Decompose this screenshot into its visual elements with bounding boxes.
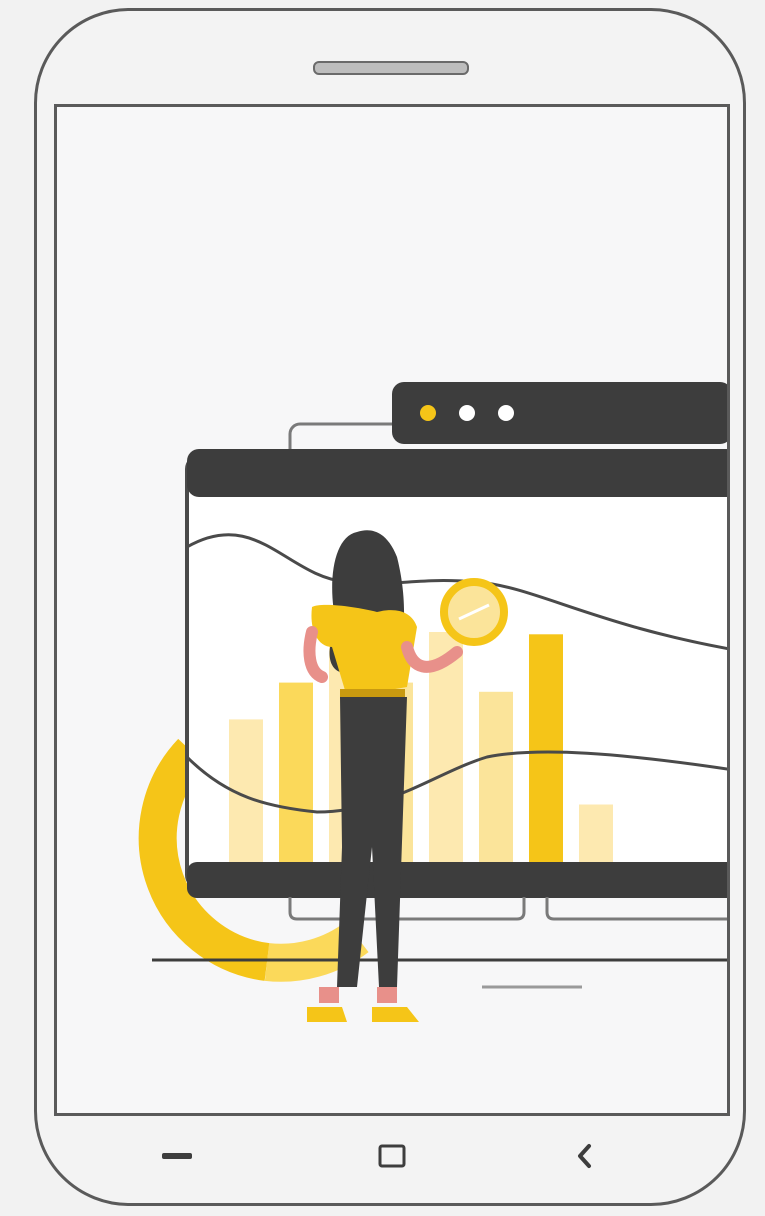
speaker-grille <box>313 61 469 75</box>
chart-bar <box>529 634 563 862</box>
right-sock <box>377 987 397 1003</box>
chart-bar <box>279 682 313 862</box>
stand-outline <box>545 897 727 921</box>
phone-screen <box>54 104 730 1116</box>
main-window-header <box>187 449 727 497</box>
back-icon <box>578 1144 591 1168</box>
android-navigation-bar <box>37 1116 743 1206</box>
stand-outline <box>288 897 526 921</box>
left-sock <box>319 987 339 1003</box>
home-icon <box>378 1144 406 1168</box>
right-shoe <box>372 1007 419 1022</box>
back-button[interactable] <box>565 1136 605 1176</box>
top-window-header <box>392 382 727 444</box>
pants <box>337 697 407 987</box>
home-button[interactable] <box>372 1136 412 1176</box>
window-dot-icon <box>420 405 436 421</box>
left-shoe <box>307 1007 347 1022</box>
window-dot-icon <box>459 405 475 421</box>
chart-bar <box>579 804 613 862</box>
recent-apps-button[interactable] <box>157 1136 197 1176</box>
window-dot-icon <box>498 405 514 421</box>
recent-apps-icon <box>162 1153 192 1159</box>
chart-bar <box>479 691 513 862</box>
phone-frame <box>34 8 746 1206</box>
woman-analyzing-dashboard-illustration <box>138 382 727 1022</box>
main-window-footer <box>187 862 727 898</box>
